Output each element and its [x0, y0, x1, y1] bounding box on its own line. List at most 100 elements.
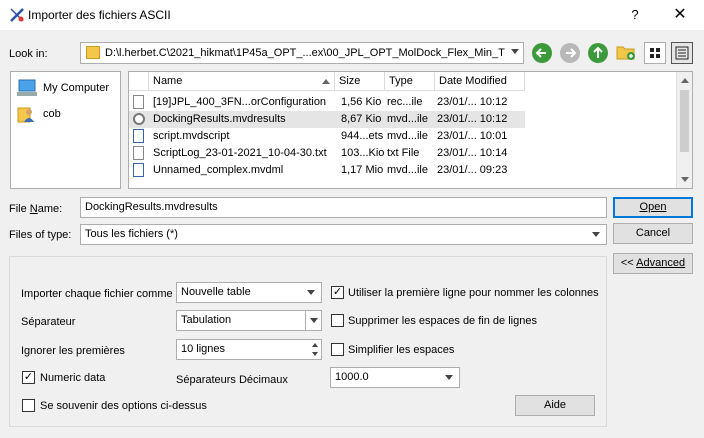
column-header-type[interactable]: Type [385, 72, 435, 91]
numeric-data-label: Numeric data [40, 372, 106, 384]
cancel-button[interactable]: Cancel [613, 223, 693, 244]
trim-trailing-spaces-label: Supprimer les espaces de fin de lignes [348, 315, 537, 327]
look-in-label: Look in: [9, 48, 48, 60]
aide-label: Aide [543, 399, 567, 411]
parent-directory-button[interactable] [588, 43, 608, 63]
computer-icon [17, 79, 37, 96]
look-in-combo[interactable]: D:\l.herbet.C\2021_hikmat\1P45a_OPT_...e… [80, 42, 524, 64]
file-type-select[interactable]: Tous les fichiers (*) [80, 224, 607, 245]
script-file-icon [133, 129, 144, 143]
file-size: 8,67 Kio [341, 113, 382, 125]
file-row[interactable]: Unnamed_complex.mvdml 1,17 Mio mvd...ile… [129, 162, 525, 179]
scroll-up-icon[interactable] [681, 78, 689, 83]
file-type: rec...ile [387, 96, 423, 108]
vertical-scrollbar[interactable] [676, 72, 692, 188]
spin-down-icon[interactable] [312, 352, 318, 356]
column-header-name[interactable]: Name [149, 72, 335, 91]
first-line-names-label: Utiliser la première ligne pour nommer l… [348, 287, 599, 299]
detail-view-button[interactable] [671, 42, 693, 64]
simplify-spaces-label: Simplifier les espaces [348, 344, 455, 356]
scroll-down-icon[interactable] [681, 177, 689, 182]
arrow-left-icon [535, 48, 546, 58]
forward-button[interactable] [560, 43, 580, 63]
import-as-label: Importer chaque fichier comme [21, 288, 173, 300]
chevron-down-icon [511, 49, 519, 54]
file-type: mvd...ile [387, 113, 428, 125]
look-in-path: D:\l.herbet.C\2021_hikmat\1P45a_OPT_...e… [105, 47, 505, 59]
back-button[interactable] [532, 43, 552, 63]
file-row-selected[interactable]: DockingResults.mvdresults 8,67 Kio mvd..… [129, 111, 525, 128]
ignore-lines-spinbox[interactable]: 10 lignes [176, 339, 322, 360]
list-view-button[interactable] [644, 42, 666, 64]
decimal-separator-value: 1000.0 [335, 371, 369, 383]
file-name-input[interactable]: DockingResults.mvdresults [80, 197, 607, 218]
file-type: txt File [387, 147, 420, 159]
file-date: 23/01/... 09:23 [437, 164, 508, 176]
file-type-value: Tous les fichiers (*) [85, 228, 178, 240]
file-name: [19]JPL_400_3FN...orConfiguration [153, 96, 327, 108]
app-icon [10, 8, 24, 22]
column-header-size[interactable]: Size [335, 72, 385, 91]
file-icon [133, 95, 144, 109]
file-size: 944...ets [341, 130, 384, 142]
file-name: script.mvdscript [153, 130, 230, 142]
file-date: 23/01/... 10:12 [437, 96, 508, 108]
remember-options-label: Se souvenir des options ci-dessus [40, 400, 207, 412]
column-header-date[interactable]: Date Modified [435, 72, 525, 91]
file-size: 103...Kio [341, 147, 385, 159]
file-type: mvd...ile [387, 130, 428, 142]
remember-options-checkbox[interactable] [22, 399, 35, 412]
new-folder-icon[interactable] [616, 43, 636, 61]
sidebar-item-label: My Computer [43, 82, 110, 94]
checkmark-icon: ✓ [332, 286, 343, 298]
file-name: ScriptLog_23-01-2021_10-04-30.txt [153, 147, 327, 159]
ignore-lines-value: 10 lignes [181, 343, 226, 355]
file-name-label-part2: ame: [37, 203, 63, 215]
file-name-label: File Name: [9, 203, 62, 215]
scroll-thumb[interactable] [680, 90, 689, 152]
places-sidebar: My Computer cob [10, 71, 121, 189]
file-row[interactable]: ScriptLog_23-01-2021_10-04-30.txt 103...… [129, 145, 525, 162]
file-row[interactable]: [19]JPL_400_3FN...orConfiguration 1,56 K… [129, 94, 525, 111]
grid-icon [650, 48, 660, 58]
chevron-down-icon [445, 375, 453, 380]
open-button[interactable]: Open [613, 197, 693, 218]
first-line-names-checkbox[interactable]: ✓ [331, 286, 344, 299]
decimal-separator-label: Séparateurs Décimaux [176, 374, 288, 386]
window-title: Importer des fichiers ASCII [28, 8, 171, 22]
arrow-right-icon [566, 48, 577, 58]
file-list[interactable]: Name Size Type Date Modified [19]JPL_400… [128, 71, 693, 189]
spin-up-icon[interactable] [312, 343, 318, 347]
numeric-data-checkbox[interactable]: ✓ [22, 371, 35, 384]
column-header-spacer [129, 72, 149, 91]
user-folder-icon [17, 107, 34, 123]
arrow-up-icon [593, 46, 603, 58]
file-size: 1,56 Kio [341, 96, 382, 108]
column-header-label: Name [153, 75, 183, 87]
file-date: 23/01/... 10:12 [437, 113, 508, 125]
sort-ascending-icon [322, 79, 330, 84]
import-as-value: Nouvelle table [181, 286, 251, 298]
help-aide-button[interactable]: Aide [515, 395, 595, 416]
trim-trailing-spaces-checkbox[interactable] [331, 314, 344, 327]
file-row[interactable]: script.mvdscript 944...ets mvd...ile 23/… [129, 128, 525, 145]
simplify-spaces-checkbox[interactable] [331, 343, 344, 356]
advanced-button[interactable]: << Advanced [613, 253, 693, 274]
sidebar-item-label: cob [43, 108, 61, 120]
checkmark-icon: ✓ [23, 371, 34, 383]
file-name: Unnamed_complex.mvdml [153, 164, 284, 176]
text-file-icon [133, 146, 144, 160]
help-button[interactable]: ? [623, 4, 647, 26]
file-name: DockingResults.mvdresults [153, 113, 286, 125]
file-type: mvd...ile [387, 164, 428, 176]
close-button[interactable]: ✕ [668, 4, 692, 26]
chevron-down-icon [592, 232, 600, 237]
decimal-separator-select[interactable]: 1000.0 [330, 367, 460, 388]
chevron-down-icon [307, 290, 315, 295]
file-date: 23/01/... 10:14 [437, 147, 508, 159]
import-as-select[interactable]: Nouvelle table [176, 282, 322, 303]
chevron-down-icon[interactable] [305, 311, 321, 330]
separator-select[interactable]: Tabulation [176, 310, 322, 331]
ignore-lines-label: Ignorer les premières [21, 345, 125, 357]
advanced-prefix: << [620, 257, 637, 269]
